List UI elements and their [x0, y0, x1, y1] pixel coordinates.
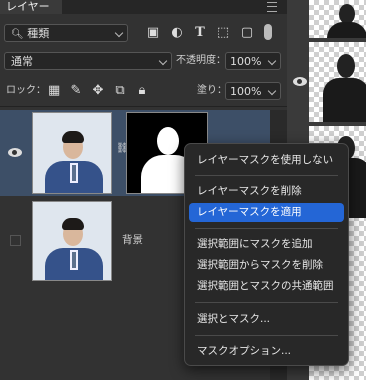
- transparent-preview: [309, 42, 366, 122]
- opacity-value: 100%: [230, 55, 262, 68]
- lock-artboard-icon[interactable]: ⧉: [114, 84, 126, 98]
- menu-item-add-mask-to-selection[interactable]: 選択範囲にマスクを追加: [189, 235, 344, 254]
- mask-context-menu: レイヤーマスクを使用しない レイヤーマスクを削除 レイヤーマスクを適用 選択範囲…: [184, 143, 349, 366]
- preview-head: [339, 4, 355, 24]
- divider: [0, 106, 287, 107]
- lock-all-icon[interactable]: 🔒︎: [136, 84, 148, 98]
- menu-separator: [195, 302, 338, 303]
- chevron-down-icon: [267, 86, 277, 96]
- layer-thumbnail[interactable]: [32, 112, 112, 194]
- smart-object-filter-icon[interactable]: ▢: [240, 26, 254, 40]
- blend-mode-value: 通常: [11, 55, 33, 68]
- menu-item-delete-layer-mask[interactable]: レイヤーマスクを削除: [189, 182, 344, 201]
- preview-head: [337, 54, 355, 78]
- visibility-eye-icon[interactable]: [293, 77, 307, 86]
- type-filter-icon[interactable]: T: [193, 26, 207, 40]
- blend-mode-select[interactable]: 通常: [4, 52, 172, 70]
- tie-shape: [72, 252, 76, 268]
- menu-item-subtract-mask-from-selection[interactable]: 選択範囲からマスクを削除: [189, 256, 344, 275]
- fill-field[interactable]: 100%: [225, 82, 281, 100]
- hair-shape: [62, 218, 84, 230]
- menu-separator: [195, 175, 338, 176]
- chevron-down-icon: [267, 56, 277, 66]
- search-icon: 🔍︎: [11, 29, 24, 40]
- transparent-preview: [309, 0, 366, 38]
- tab-layers[interactable]: レイヤー: [0, 0, 62, 14]
- visibility-checkbox[interactable]: [10, 235, 21, 246]
- fill-value: 100%: [230, 85, 262, 98]
- lock-label: ロック：: [6, 85, 46, 96]
- menu-item-select-and-mask[interactable]: 選択とマスク...: [189, 310, 344, 329]
- filter-kind-value: 種類: [27, 27, 50, 40]
- menu-item-apply-layer-mask[interactable]: レイヤーマスクを適用: [189, 203, 344, 222]
- preview-body: [323, 78, 366, 122]
- layer-name[interactable]: 背景: [122, 233, 143, 247]
- menu-separator: [195, 335, 338, 336]
- menu-item-mask-options[interactable]: マスクオプション...: [189, 342, 344, 361]
- chevron-down-icon: [158, 56, 168, 66]
- pixel-filter-icon[interactable]: ▣: [146, 26, 160, 40]
- menu-item-intersect-mask-with-selection[interactable]: 選択範囲とマスクの共通範囲: [189, 277, 344, 296]
- hair-shape: [62, 131, 84, 143]
- fill-label: 塗り：: [197, 85, 227, 96]
- adjustment-filter-icon[interactable]: ◐: [170, 26, 184, 40]
- opacity-field[interactable]: 100%: [225, 52, 281, 70]
- lock-transparency-icon[interactable]: ▦: [48, 84, 60, 98]
- chevron-down-icon: [114, 28, 124, 38]
- lock-position-move-icon[interactable]: ✥: [92, 84, 104, 98]
- opacity-label: 不透明度：: [176, 55, 226, 66]
- shape-filter-icon[interactable]: ⬚: [216, 26, 230, 40]
- layer-thumbnail[interactable]: [32, 201, 112, 281]
- menu-separator: [195, 228, 338, 229]
- menu-item-disable-layer-mask[interactable]: レイヤーマスクを使用しない: [189, 151, 344, 170]
- visibility-eye-icon[interactable]: [8, 148, 22, 157]
- mask-head-shape: [157, 127, 179, 155]
- panel-menu-icon[interactable]: [267, 2, 277, 12]
- mask-link-icon[interactable]: ⛓: [116, 143, 129, 157]
- filter-toggle[interactable]: [264, 24, 272, 40]
- tie-shape: [72, 165, 76, 181]
- panel-tab-bar: レイヤー: [0, 0, 287, 14]
- preview-body: [327, 22, 366, 38]
- filter-kind-select[interactable]: 🔍︎ 種類: [4, 24, 128, 42]
- lock-image-brush-icon[interactable]: ✎: [70, 84, 82, 98]
